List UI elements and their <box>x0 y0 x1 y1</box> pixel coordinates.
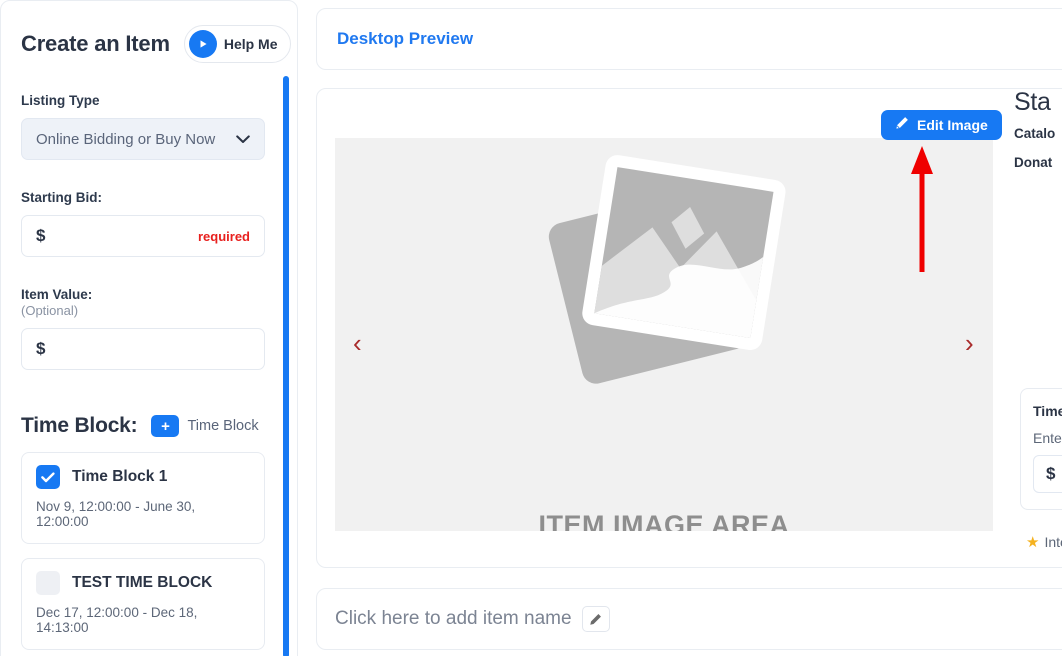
play-circle-icon <box>188 30 217 58</box>
bid-amount-input[interactable]: $ <box>1033 455 1062 493</box>
listing-type-label: Listing Type <box>21 93 100 108</box>
time-block-name: Time Block 1 <box>72 468 168 485</box>
plus-icon: + <box>151 415 180 437</box>
time-block-dates: Dec 17, 12:00:00 - Dec 18, 14:13:00 <box>36 605 198 635</box>
image-placeholder-caption: ITEM IMAGE AREA SUGGESTED SIZE 670 X 460 <box>335 506 993 531</box>
desktop-preview-link[interactable]: Desktop Preview <box>337 29 473 49</box>
time-block-header: Time Block: + Time Block <box>21 414 265 438</box>
app-root: Create an Item Help Me Listing Type Onli… <box>0 0 1062 656</box>
desktop-preview-header: Desktop Preview <box>316 8 1062 70</box>
item-details-column: Sta Catalo Donat <box>1014 88 1062 170</box>
pencil-icon <box>895 116 909 135</box>
interest-label: Inte <box>1044 534 1062 550</box>
image-placeholder-line1: ITEM IMAGE AREA <box>538 510 790 531</box>
add-time-block-label: Time Block <box>187 418 259 434</box>
annotation-arrow <box>911 146 933 272</box>
starting-bid-required-text: required <box>197 228 250 244</box>
chevron-down-icon <box>236 133 250 146</box>
item-name-bar[interactable]: Click here to add item name <box>316 588 1062 650</box>
panel-header: Create an Item Help Me <box>21 1 291 63</box>
currency-symbol: $ <box>1046 464 1056 483</box>
time-block-name: TEST TIME BLOCK <box>72 574 213 591</box>
currency-symbol: $ <box>36 339 46 358</box>
currency-symbol: $ <box>36 226 46 245</box>
starting-bid-input[interactable]: $ required <box>21 215 265 257</box>
time-block-row: TEST TIME BLOCK <box>36 571 250 595</box>
edit-image-label: Edit Image <box>917 117 988 133</box>
bid-card-title: Time <box>1033 403 1062 419</box>
listing-type-select[interactable]: Online Bidding or Buy Now <box>21 118 265 160</box>
catalog-label: Catalo <box>1014 126 1056 141</box>
interest-row[interactable]: ★ Inte <box>1026 534 1062 550</box>
carousel-prev-button[interactable]: ‹ <box>353 330 362 356</box>
item-value-input[interactable]: $ <box>21 328 265 370</box>
item-value-sublabel: (Optional) <box>21 303 79 318</box>
edit-image-button[interactable]: Edit Image <box>881 110 1002 140</box>
help-me-button[interactable]: Help Me <box>183 25 291 63</box>
help-me-label: Help Me <box>223 36 278 52</box>
time-block-card[interactable]: Time Block 1 Nov 9, 12:00:00 - June 30, … <box>21 452 265 544</box>
item-value-label: Item Value: <box>21 287 93 302</box>
star-icon: ★ <box>1026 533 1040 551</box>
panel-scrollbar[interactable] <box>283 76 289 656</box>
page-title: Create an Item <box>21 31 170 56</box>
time-block-row: Time Block 1 <box>36 465 250 489</box>
time-block-title: Time Block: <box>21 414 138 437</box>
item-name-placeholder: Click here to add item name <box>335 608 572 629</box>
time-block-card[interactable]: TEST TIME BLOCK Dec 17, 12:00:00 - Dec 1… <box>21 558 265 650</box>
time-block-checkbox-unchecked[interactable] <box>36 571 60 595</box>
time-block-dates: Nov 9, 12:00:00 - June 30, 12:00:00 <box>36 499 196 529</box>
donated-label: Donat <box>1014 155 1053 170</box>
pencil-icon <box>590 613 602 625</box>
carousel-next-button[interactable]: › <box>965 330 974 356</box>
edit-item-name-button[interactable] <box>581 606 610 632</box>
bid-card-subtitle: Enter <box>1033 430 1062 446</box>
create-item-panel: Create an Item Help Me Listing Type Onli… <box>0 0 298 656</box>
create-item-panel-content: Create an Item Help Me Listing Type Onli… <box>1 1 291 650</box>
item-preview-card: Edit Image ITEM IMAGE AREA ‹ › <box>316 88 1062 568</box>
item-image-placeholder-area[interactable]: ITEM IMAGE AREA SUGGESTED SIZE 670 X 460 <box>335 138 993 531</box>
add-time-block-button[interactable]: + Time Block <box>151 415 259 437</box>
item-status-title: Sta <box>1014 88 1051 116</box>
image-placeholder-icon <box>548 155 786 384</box>
starting-bid-label: Starting Bid: <box>21 190 102 205</box>
time-block-checkbox-checked[interactable] <box>36 465 60 489</box>
listing-type-value: Online Bidding or Buy Now <box>36 130 216 148</box>
bid-entry-card: Time Enter $ <box>1020 388 1062 510</box>
